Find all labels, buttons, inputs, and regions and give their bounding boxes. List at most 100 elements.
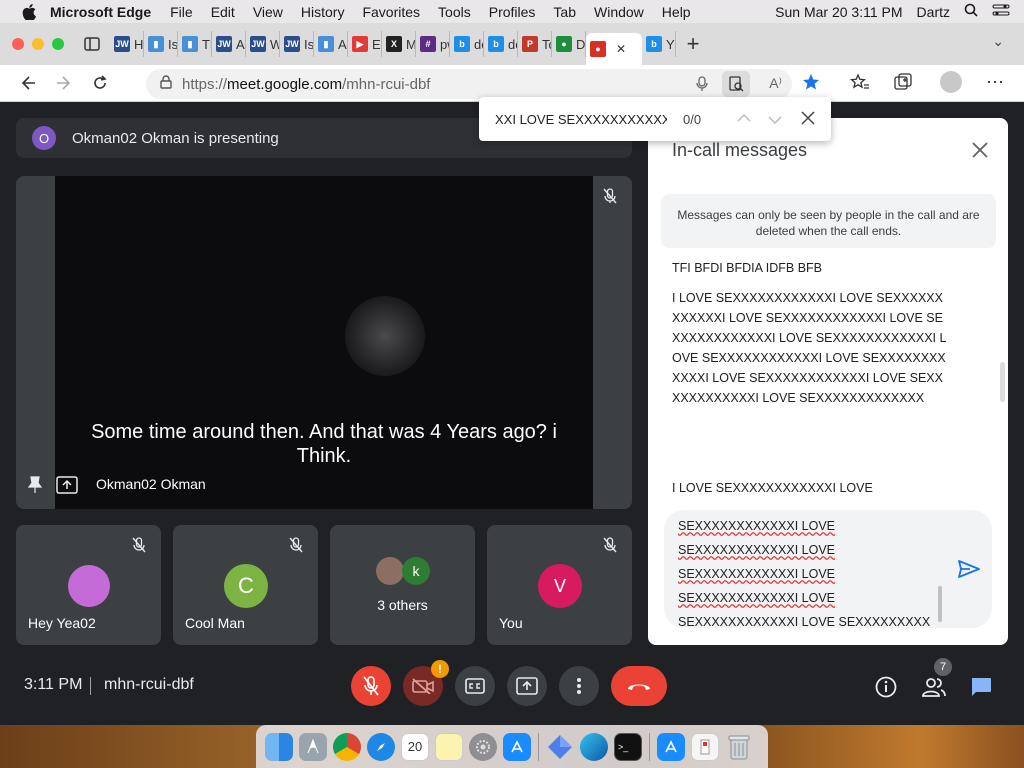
browser-tab[interactable]: ● ✕ [586, 33, 642, 65]
preview-icon[interactable] [691, 732, 719, 761]
chat-message: I LOVE SEXXXXXXXXXXXXI LOVE SEXXXXXXXXXX… [672, 291, 947, 405]
close-chat-icon[interactable] [972, 142, 988, 163]
tab-label: To [542, 36, 551, 52]
browser-tab[interactable]: ▮ Is [144, 31, 178, 57]
favorite-star-icon[interactable] [802, 73, 820, 96]
menu-tab[interactable]: Tab [553, 4, 576, 20]
pin-icon[interactable] [27, 476, 43, 499]
tab-label: An [338, 36, 347, 52]
zoom-window-button[interactable] [52, 38, 64, 50]
menu-view[interactable]: View [253, 4, 283, 20]
close-find-icon[interactable] [801, 111, 815, 128]
chat-scrollbar[interactable] [1000, 362, 1005, 402]
browser-tab[interactable]: ▶Ed [348, 31, 382, 57]
captions-button[interactable] [455, 666, 495, 706]
browser-tab[interactable]: ▮An [314, 31, 348, 57]
presentation-tile[interactable]: Some time around then. And that was 4 Ye… [16, 176, 632, 509]
menu-file[interactable]: File [170, 4, 193, 20]
calendar-icon[interactable]: 20 [401, 732, 429, 761]
microphone-icon[interactable] [696, 76, 708, 96]
present-now-button[interactable] [507, 666, 547, 706]
apple-icon[interactable] [20, 3, 38, 21]
lock-icon[interactable] [160, 75, 172, 93]
address-bar[interactable]: https://meet.google.com/mhn-rcui-dbf A⁾ [146, 69, 792, 99]
chrome-icon[interactable] [333, 732, 361, 761]
more-options-button[interactable] [559, 666, 599, 706]
browser-tab[interactable]: bdo [484, 31, 518, 57]
notes-icon[interactable] [435, 732, 463, 761]
menu-user[interactable]: Dartz [917, 4, 950, 20]
mic-toggle-button[interactable] [351, 666, 391, 706]
menu-history[interactable]: History [301, 4, 345, 20]
finder-icon[interactable] [265, 732, 293, 761]
menu-edit[interactable]: Edit [211, 4, 235, 20]
more-menu-icon[interactable]: ⋯ [986, 72, 1005, 93]
participant-name: Cool Man [185, 615, 245, 631]
find-in-page-icon[interactable] [722, 71, 750, 97]
browser-tab[interactable]: XMa [382, 31, 416, 57]
people-icon[interactable] [922, 677, 946, 702]
forward-button[interactable] [46, 65, 82, 101]
app-store-icon[interactable] [503, 732, 531, 761]
launchpad-icon[interactable] [299, 732, 327, 761]
present-screen-icon[interactable] [56, 476, 78, 499]
hang-up-icon [628, 684, 650, 690]
draft-line: SEXXXXXXXXXXXXI LOVE [678, 591, 836, 605]
sketch-icon[interactable] [546, 733, 574, 761]
favorites-icon[interactable] [850, 73, 870, 96]
browser-tab[interactable]: JWHo [110, 31, 144, 57]
profile-avatar[interactable] [940, 71, 962, 93]
participant-tile[interactable]: k 3 others [330, 525, 475, 645]
app-name[interactable]: Microsoft Edge [50, 4, 151, 20]
leave-call-button[interactable] [611, 666, 667, 706]
trash-icon[interactable] [725, 733, 753, 761]
browser-tab[interactable]: ●Do [552, 31, 586, 57]
menu-clock[interactable]: Sun Mar 20 3:11 PM [775, 4, 902, 20]
menu-tools[interactable]: Tools [438, 4, 471, 20]
close-tab-icon[interactable]: ✕ [616, 42, 626, 56]
system-settings-icon[interactable] [469, 732, 497, 761]
spotlight-icon[interactable] [964, 3, 978, 20]
tab-actions-icon[interactable] [78, 31, 106, 57]
message-input[interactable]: SEXXXXXXXXXXXXI LOVE SEXXXXXXXXXXXXI LOV… [664, 510, 992, 628]
chat-panel: In-call messages Messages can only be se… [648, 118, 1008, 645]
new-tab-button[interactable]: + [678, 29, 708, 59]
collections-icon[interactable] [894, 73, 914, 96]
find-input[interactable]: XXI LOVE SEXXXXXXXXXXXXX [495, 112, 667, 127]
menu-favorites[interactable]: Favorites [362, 4, 420, 20]
browser-tab[interactable]: #pw [416, 31, 450, 57]
edge-icon[interactable] [580, 732, 608, 761]
browser-tab[interactable]: ▮Th [178, 31, 212, 57]
terminal-icon[interactable]: >_ [614, 732, 642, 761]
camera-toggle-button[interactable]: ! [403, 660, 449, 706]
tab-label: Is [168, 36, 178, 52]
menu-help[interactable]: Help [662, 4, 691, 20]
refresh-button[interactable] [82, 65, 118, 101]
menu-profiles[interactable]: Profiles [489, 4, 536, 20]
send-icon[interactable] [958, 560, 980, 583]
chevron-down-icon[interactable] [768, 113, 782, 128]
browser-tab[interactable]: JW Is [280, 31, 314, 57]
back-button[interactable] [10, 65, 46, 101]
control-center-icon[interactable] [992, 3, 1010, 20]
participant-tile[interactable]: C Cool Man [173, 525, 318, 645]
menu-window[interactable]: Window [594, 4, 644, 20]
browser-tab[interactable]: PTo [518, 31, 552, 57]
app-store-download-icon[interactable] [657, 732, 685, 761]
input-scrollbar[interactable] [938, 586, 942, 622]
chat-icon[interactable] [970, 677, 992, 702]
participant-tile[interactable]: Hey Yea02 [16, 525, 161, 645]
read-aloud-icon[interactable]: A⁾ [769, 75, 782, 92]
browser-tab[interactable]: JWAn [212, 31, 246, 57]
close-window-button[interactable] [12, 38, 24, 50]
meeting-details-icon[interactable] [875, 676, 897, 703]
browser-tab[interactable]: bYO [642, 31, 676, 57]
captions-icon [465, 678, 485, 694]
browser-tab[interactable]: bdo [450, 31, 484, 57]
participant-tile[interactable]: V You [487, 525, 632, 645]
tab-overflow-icon[interactable]: ⌄ [992, 33, 1004, 50]
chevron-up-icon[interactable] [737, 111, 751, 126]
safari-icon[interactable] [367, 732, 395, 761]
minimize-window-button[interactable] [32, 38, 44, 50]
browser-tab[interactable]: JW Wh [246, 31, 280, 57]
